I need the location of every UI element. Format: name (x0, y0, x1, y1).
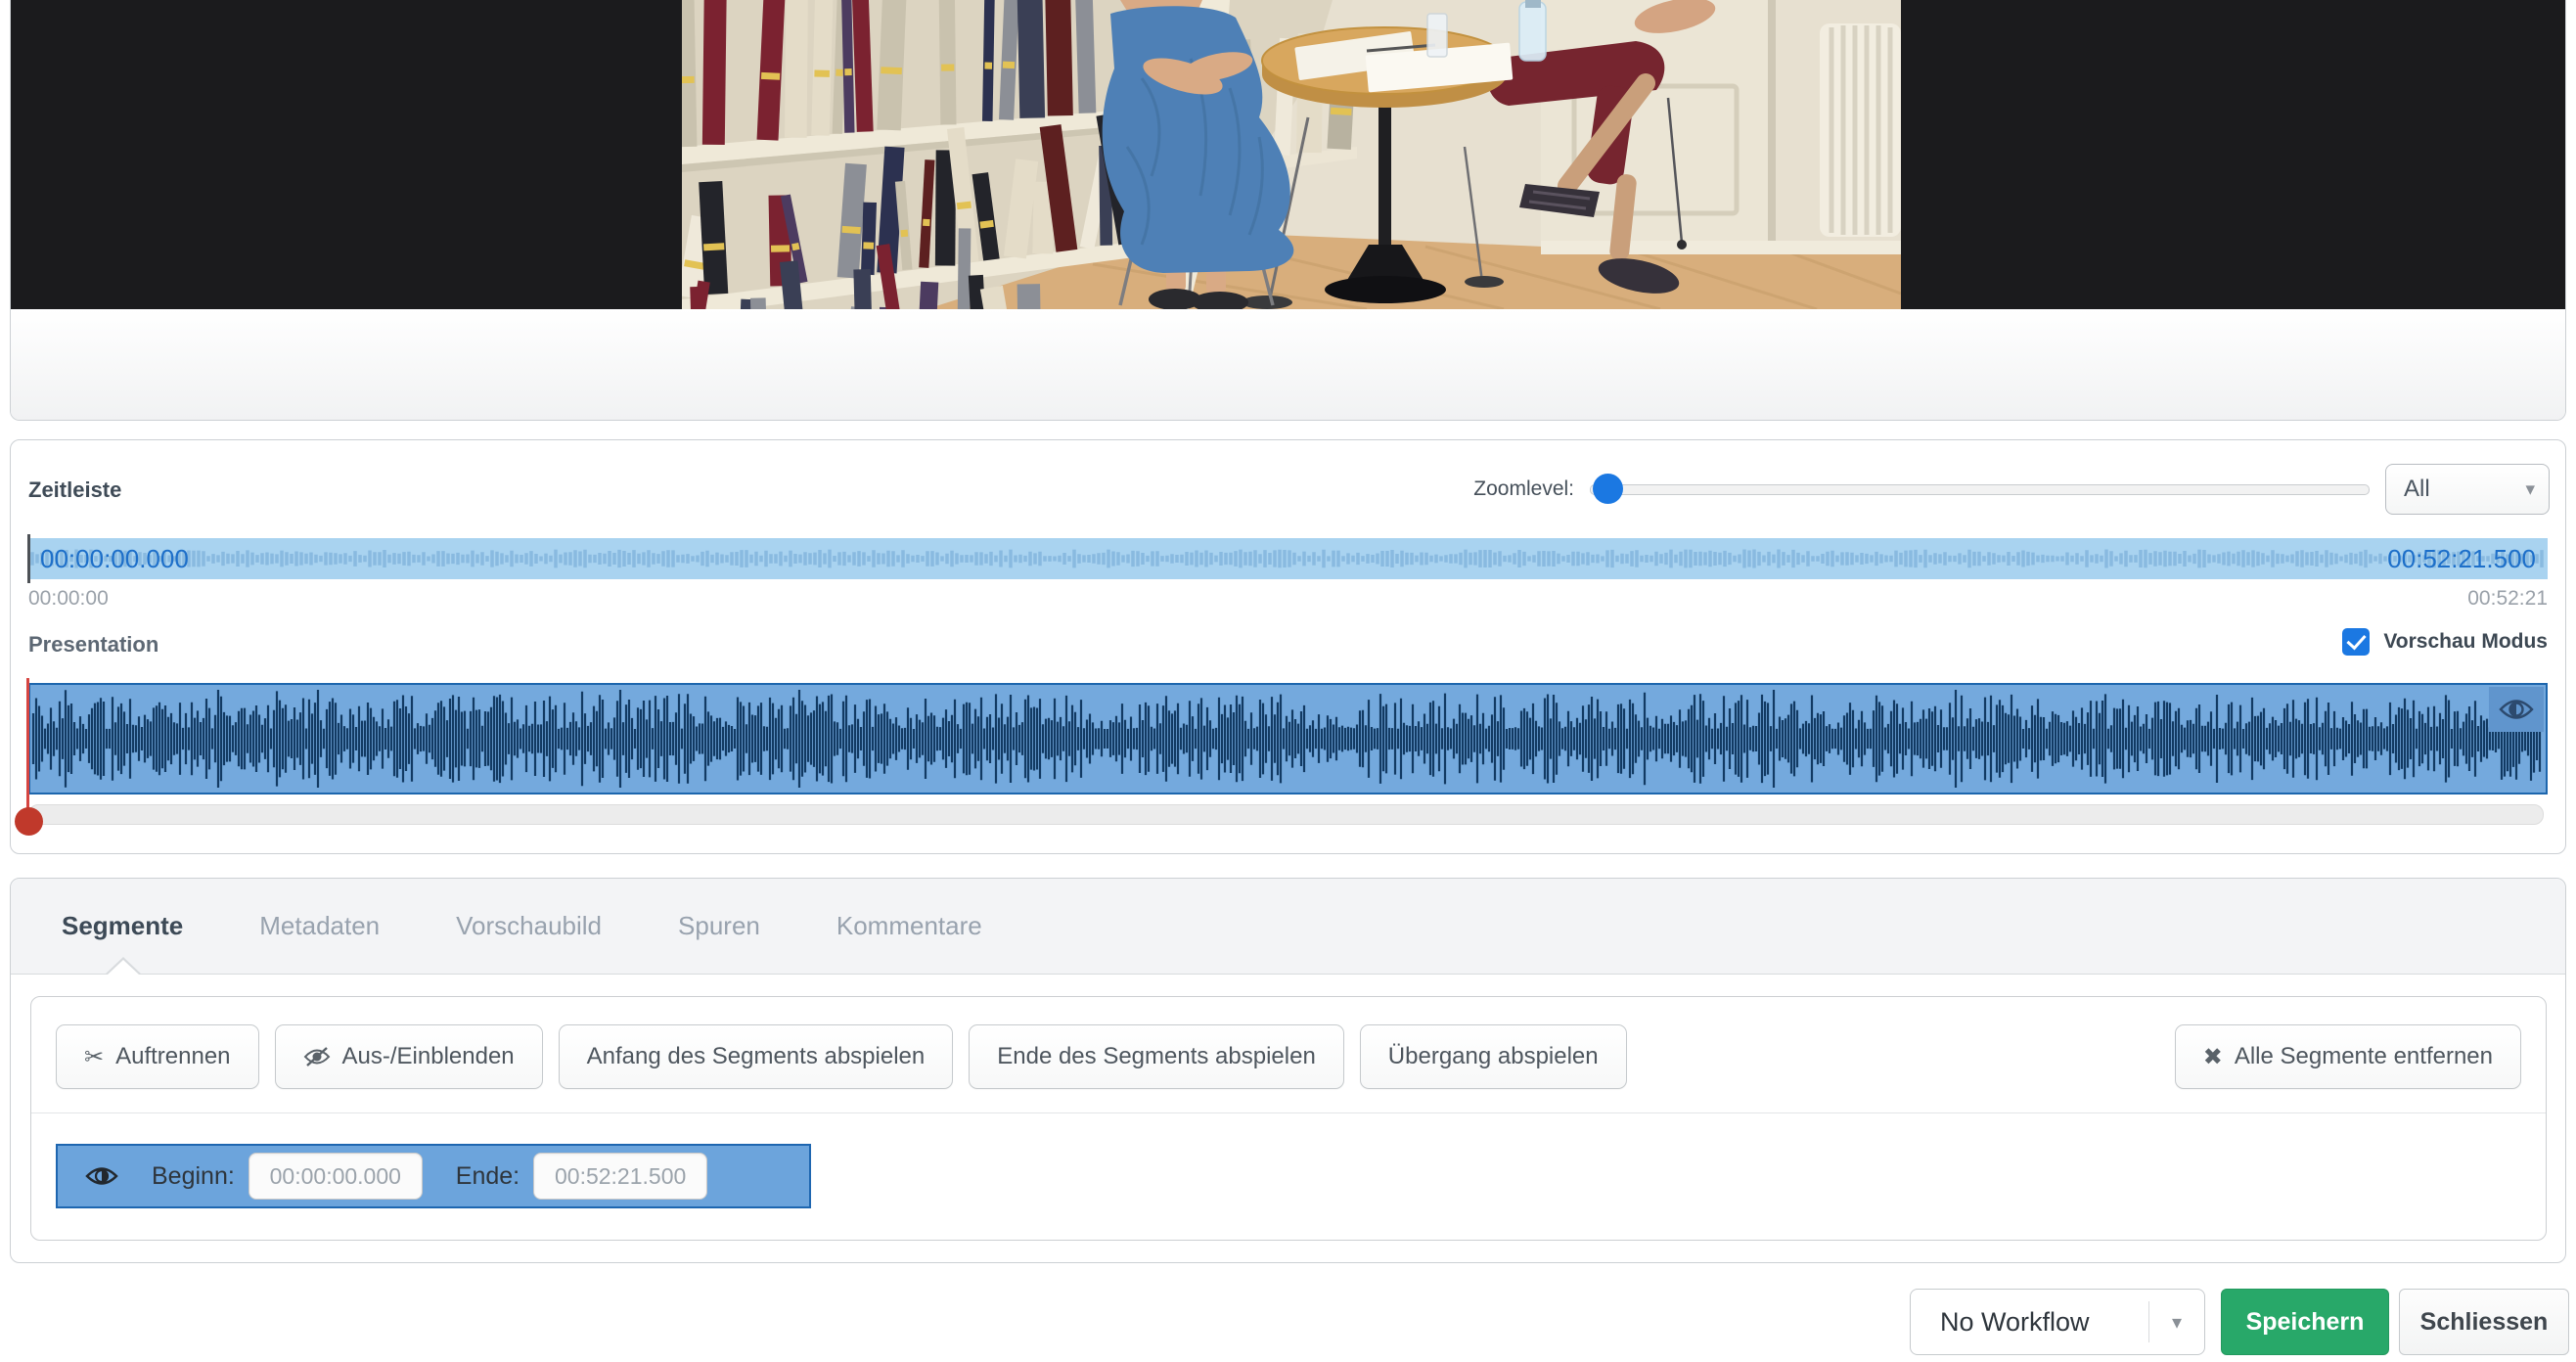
preview-mode-toggle: Vorschau Modus (2342, 628, 2548, 656)
tabs-header: Segmente Metadaten Vorschaubild Spuren K… (11, 879, 2565, 975)
workflow-dropdown[interactable]: No Workflow ▾ (1910, 1289, 2205, 1355)
timeline-overview-bar[interactable]: 00:00:00.000 00:52:21.500 (28, 538, 2548, 579)
player-panel: 0HR : 0MIN : 0SEC . 0MS (10, 0, 2566, 421)
segments-content: ✂ Auftrennen Aus-/Einblenden Anfang des … (30, 996, 2547, 1241)
x-icon: ✖ (2203, 1043, 2223, 1071)
zoom-range-select[interactable]: All ▾ (2385, 464, 2550, 515)
segment-row[interactable]: Beginn: Ende: (56, 1144, 811, 1208)
waveform-track[interactable] (28, 683, 2548, 794)
preview-mode-label: Vorschau Modus (2383, 630, 2548, 654)
tab-spuren[interactable]: Spuren (678, 911, 760, 941)
player-controls-bar: 0HR : 0MIN : 0SEC . 0MS (11, 309, 2565, 420)
toolbar-divider (31, 1112, 2546, 1113)
segment-eye-icon[interactable] (85, 1164, 118, 1188)
video-frame[interactable] (682, 0, 1901, 309)
segment-end-label: Ende: (456, 1162, 520, 1191)
preview-mode-checkbox[interactable] (2342, 628, 2370, 656)
track-visibility-button[interactable] (2489, 687, 2544, 732)
playhead-red-handle[interactable] (15, 807, 43, 836)
toggle-visibility-button[interactable]: Aus-/Einblenden (275, 1024, 543, 1089)
tab-vorschaubild[interactable]: Vorschaubild (456, 911, 602, 941)
segment-end-input[interactable] (533, 1153, 707, 1200)
segment-begin-input[interactable] (249, 1153, 423, 1200)
save-button[interactable]: Speichern (2221, 1289, 2389, 1355)
tab-kommentare[interactable]: Kommentare (836, 911, 982, 941)
play-segment-start-button[interactable]: Anfang des Segments abspielen (559, 1024, 954, 1089)
timeline-end-label: 00:52:21 (2467, 587, 2548, 611)
eye-icon (2499, 697, 2534, 722)
playhead-red-line (26, 678, 29, 817)
tab-segmente[interactable]: Segmente (62, 911, 183, 941)
zoom-controls: Zoomlevel: All ▾ (1473, 464, 2550, 515)
timeline-start-label: 00:00:00 (28, 587, 109, 611)
tab-metadaten[interactable]: Metadaten (259, 911, 380, 941)
timeline-playhead[interactable] (27, 534, 30, 583)
chevron-down-icon: ▾ (2525, 478, 2535, 501)
eye-slash-icon (303, 1046, 331, 1067)
timeline-start-time: 00:00:00.000 (40, 544, 189, 574)
segment-begin-label: Beginn: (152, 1162, 235, 1191)
split-button[interactable]: ✂ Auftrennen (56, 1024, 259, 1089)
zoom-slider-track[interactable] (1590, 484, 2370, 495)
video-editor-page: 0HR : 0MIN : 0SEC . 0MS Zeitleiste Zooml… (0, 0, 2576, 1362)
remove-all-segments-button[interactable]: ✖ Alle Segmente entfernen (2175, 1024, 2521, 1089)
zoom-slider-handle[interactable] (1593, 474, 1623, 504)
timeline-scrollbar[interactable] (28, 804, 2544, 825)
video-letterbox (11, 0, 2565, 309)
segments-panel: Segmente Metadaten Vorschaubild Spuren K… (10, 878, 2566, 1263)
timeline-title: Zeitleiste (28, 477, 121, 503)
play-segment-end-button[interactable]: Ende des Segments abspielen (969, 1024, 1344, 1089)
scissors-icon: ✂ (84, 1043, 104, 1071)
track-name: Presentation (28, 632, 158, 658)
zoomlevel-label: Zoomlevel: (1473, 477, 1574, 501)
timeline-end-time: 00:52:21.500 (2387, 544, 2536, 574)
play-transition-button[interactable]: Übergang abspielen (1360, 1024, 1627, 1089)
close-button[interactable]: Schliessen (2399, 1289, 2569, 1355)
chevron-down-icon: ▾ (2149, 1310, 2204, 1335)
segment-toolbar: ✂ Auftrennen Aus-/Einblenden Anfang des … (56, 1024, 1627, 1089)
timeline-panel: Zeitleiste Zoomlevel: All ▾ 00:00:00.000… (10, 439, 2566, 854)
radiator (1820, 23, 1901, 237)
